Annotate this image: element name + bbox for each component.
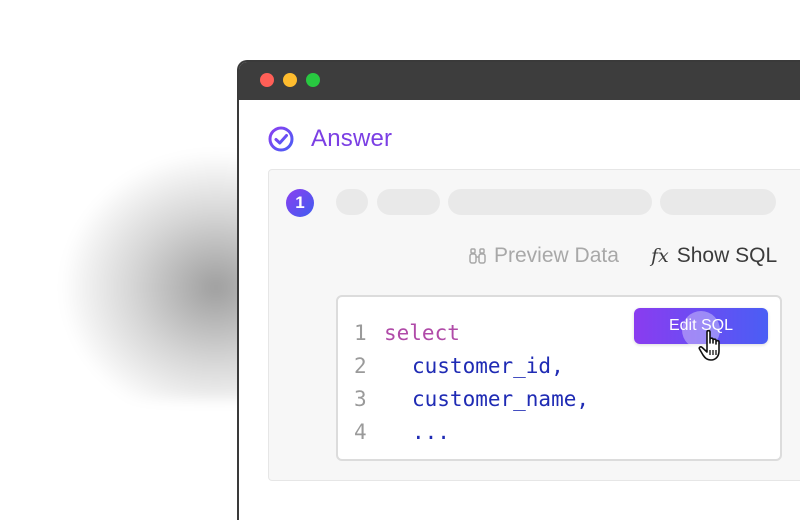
skeleton-placeholder: [377, 189, 440, 215]
app-window: Answer 1 Preview Data fx Show SQL 1 sele…: [237, 60, 800, 520]
close-window-button[interactable]: [260, 73, 274, 87]
answer-step-panel: 1 Preview Data fx Show SQL 1 select 2 cu…: [268, 169, 800, 481]
answer-header: Answer: [267, 124, 392, 154]
line-number: 2: [354, 354, 367, 378]
step-number-badge: 1: [286, 189, 314, 217]
fx-icon: fx: [651, 245, 669, 267]
skeleton-placeholder: [660, 189, 776, 215]
line-number: 3: [354, 387, 367, 411]
binoculars-icon: [469, 248, 486, 264]
show-sql-label: Show SQL: [676, 244, 778, 267]
sql-identifier: customer_id,: [412, 354, 564, 378]
code-line: 3 customer_name,: [354, 383, 589, 416]
answer-title: Answer: [311, 125, 393, 152]
sql-code-block: 1 select 2 customer_id, 3 customer_name,…: [336, 295, 782, 461]
hand-pointer-cursor-icon: [698, 329, 720, 361]
show-sql-button[interactable]: fx Show SQL: [651, 242, 777, 270]
code-line: 2 customer_id,: [354, 350, 589, 383]
skeleton-placeholder: [336, 189, 368, 215]
title-bar: [239, 62, 800, 100]
code-line: 4 ...: [354, 416, 589, 449]
maximize-window-button[interactable]: [306, 73, 320, 87]
line-number: 4: [354, 420, 367, 444]
code-line: 1 select: [354, 317, 589, 350]
step-actions: Preview Data fx Show SQL: [269, 242, 800, 270]
minimize-window-button[interactable]: [283, 73, 297, 87]
sql-identifier: customer_name,: [412, 387, 590, 411]
sql-identifier: ...: [412, 420, 450, 444]
line-number: 1: [354, 321, 367, 345]
skeleton-placeholder: [448, 189, 652, 215]
preview-data-button[interactable]: Preview Data: [468, 242, 619, 270]
check-circle-icon: [268, 126, 294, 152]
code-lines: 1 select 2 customer_id, 3 customer_name,…: [354, 317, 589, 449]
sql-keyword: select: [384, 321, 460, 345]
preview-data-label: Preview Data: [494, 244, 619, 267]
